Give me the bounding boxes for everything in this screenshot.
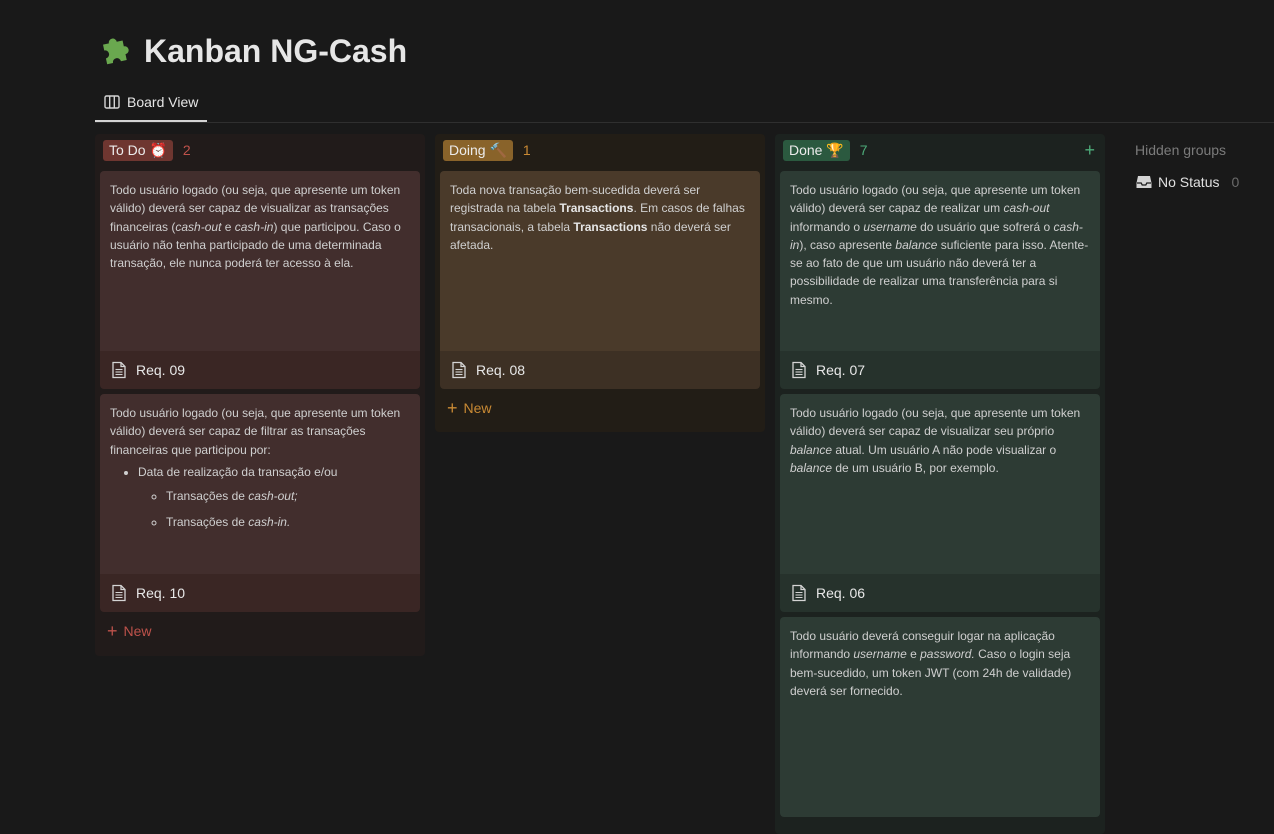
new-card-button[interactable]: + New — [100, 612, 420, 650]
kanban-card[interactable]: Todo usuário logado (ou seja, que aprese… — [780, 171, 1100, 389]
card-title-text: Req. 07 — [816, 362, 866, 378]
puzzle-piece-icon — [98, 30, 134, 72]
card-title-text: Req. 10 — [136, 585, 186, 601]
card-description: Todo usuário logado (ou seja, que aprese… — [100, 171, 420, 351]
status-badge[interactable]: Done 🏆 — [783, 139, 850, 161]
hidden-group-count: 0 — [1231, 174, 1240, 190]
card-description: Todo usuário logado (ou seja, que aprese… — [780, 394, 1100, 574]
card-title: Req. 06 — [780, 574, 1100, 612]
page-title-text: Kanban NG-Cash — [144, 32, 408, 69]
board-icon — [104, 95, 120, 109]
kanban-card[interactable]: Todo usuário deverá conseguir logar na a… — [780, 617, 1100, 817]
new-card-button[interactable]: + New — [440, 389, 760, 427]
card-title-text: Req. 06 — [816, 585, 866, 601]
status-badge[interactable]: To Do ⏰ — [103, 139, 173, 161]
card-title: Req. 10 — [100, 574, 420, 612]
plus-icon: + — [107, 621, 118, 641]
card-description: Todo usuário logado (ou seja, que aprese… — [100, 394, 420, 574]
kanban-card[interactable]: Todo usuário logado (ou seja, que aprese… — [100, 171, 420, 389]
column-count: 7 — [859, 142, 868, 158]
inbox-icon — [1136, 176, 1152, 188]
column-header: Doing 🔨 1 — [440, 134, 760, 166]
card-description: Toda nova transação bem-sucedida deverá … — [440, 171, 760, 351]
card-description: Todo usuário logado (ou seja, que aprese… — [780, 171, 1100, 351]
document-icon — [792, 584, 806, 602]
hidden-groups-title: Hidden groups — [1135, 142, 1227, 158]
kanban-card[interactable]: Todo usuário logado (ou seja, que aprese… — [780, 394, 1100, 612]
add-card-icon[interactable]: + — [1084, 140, 1095, 161]
card-title: Req. 09 — [100, 351, 420, 389]
kanban-card[interactable]: Todo usuário logado (ou seja, que aprese… — [100, 394, 420, 612]
card-title-text: Req. 09 — [136, 362, 186, 378]
card-title: Req. 07 — [780, 351, 1100, 389]
hidden-group-label: No Status — [1158, 174, 1220, 190]
document-icon — [112, 361, 126, 379]
board-column: Doing 🔨 1 Toda nova transação bem-sucedi… — [435, 134, 765, 432]
card-description: Todo usuário deverá conseguir logar na a… — [780, 617, 1100, 817]
tab-board-view[interactable]: Board View — [95, 84, 208, 122]
view-tabs: Board View — [95, 84, 1274, 123]
column-header: To Do ⏰ 2 — [100, 134, 420, 166]
new-card-label: New — [463, 400, 492, 416]
document-icon — [112, 584, 126, 602]
status-badge[interactable]: Doing 🔨 — [443, 139, 513, 161]
document-icon — [452, 361, 466, 379]
column-count: 2 — [182, 142, 191, 158]
hidden-group-no-status[interactable]: No Status 0 — [1130, 166, 1260, 198]
document-icon — [792, 361, 806, 379]
card-title-text: Req. 08 — [476, 362, 526, 378]
kanban-card[interactable]: Toda nova transação bem-sucedida deverá … — [440, 171, 760, 389]
board-column: To Do ⏰ 2 Todo usuário logado (ou seja, … — [95, 134, 425, 656]
card-title: Req. 08 — [440, 351, 760, 389]
plus-icon: + — [447, 398, 458, 418]
column-header: Done 🏆 7 + — [780, 134, 1100, 166]
new-card-label: New — [123, 623, 152, 639]
column-count: 1 — [522, 142, 531, 158]
tab-label: Board View — [127, 94, 199, 110]
hidden-groups-panel: Hidden groups No Status 0 — [1130, 134, 1260, 198]
page-title: Kanban NG-Cash — [98, 30, 407, 72]
board-column: Done 🏆 7 + Todo usuário logado (ou seja, … — [775, 134, 1105, 834]
